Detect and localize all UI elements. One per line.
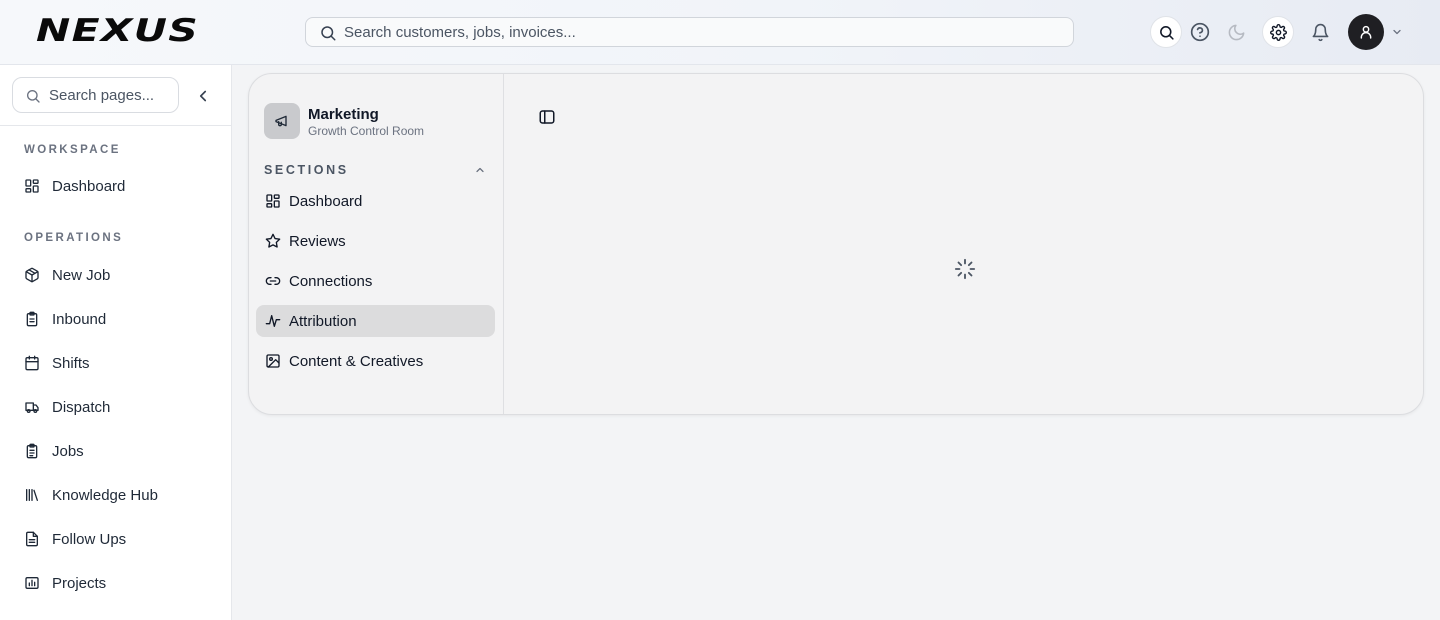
nexus-logo[interactable]: NEXUS: [36, 13, 226, 49]
sidebar-item-dashboard[interactable]: Dashboard: [24, 172, 214, 200]
module-card: Marketing Growth Control Room SECTIONS D…: [248, 73, 1424, 415]
sections-label: SECTIONS: [264, 163, 349, 177]
section-item-reviews[interactable]: Reviews: [256, 225, 495, 257]
sidebar-item-follow-ups[interactable]: Follow Ups: [24, 525, 214, 553]
chevron-left-icon[interactable]: [194, 87, 212, 105]
dashboard-icon: [25, 179, 39, 193]
section-item-label: Dashboard: [289, 192, 363, 210]
sidebar-item-dispatch[interactable]: Dispatch: [24, 393, 214, 421]
logo-text: NEXUS: [36, 13, 200, 49]
file-text-icon: [26, 531, 38, 547]
page-search-input[interactable]: [49, 78, 174, 112]
chevron-down-icon[interactable]: [1391, 26, 1403, 38]
clipboard-list-icon: [26, 443, 38, 459]
module-title: Marketing: [308, 106, 379, 123]
sidebar-item-inbound[interactable]: Inbound: [24, 305, 214, 333]
star-icon: [265, 233, 281, 248]
activity-icon: [265, 315, 281, 327]
image-icon: [266, 354, 280, 368]
sidebar-item-label: Knowledge Hub: [52, 486, 158, 504]
section-item-dashboard[interactable]: Dashboard: [256, 185, 495, 217]
loading-spinner-icon: [954, 258, 976, 280]
group-label-workspace: WORKSPACE: [24, 144, 121, 156]
section-item-attribution[interactable]: Attribution: [256, 305, 495, 337]
sidebar-item-label: Inbound: [52, 310, 107, 328]
bell-icon: [1312, 23, 1328, 41]
section-item-content-creatives[interactable]: Content & Creatives: [256, 345, 495, 377]
settings-button[interactable]: [1262, 16, 1294, 48]
user-icon: [1360, 25, 1372, 39]
search-button[interactable]: [1150, 16, 1182, 48]
help-button[interactable]: [1184, 16, 1216, 48]
calendar-icon: [25, 355, 39, 371]
sidebar-item-label: Follow Ups: [52, 530, 127, 548]
section-item-connections[interactable]: Connections: [256, 265, 495, 297]
sidebar-item-label: New Job: [52, 266, 111, 284]
sidebar-item-label: Jobs: [52, 442, 84, 460]
sidebar-item-label: Dispatch: [52, 398, 111, 416]
module-sidebar: Marketing Growth Control Room SECTIONS D…: [249, 74, 504, 414]
sidebar-item-label: Shifts: [52, 354, 90, 372]
page-search[interactable]: [12, 77, 179, 113]
library-icon: [26, 489, 38, 501]
module-subtitle: Growth Control Room: [308, 124, 425, 138]
chevron-up-icon[interactable]: [474, 164, 486, 176]
section-item-label: Connections: [289, 272, 373, 290]
module-icon: [264, 103, 300, 139]
search-icon: [27, 90, 40, 103]
moon-icon: [1228, 24, 1244, 40]
section-item-label: Attribution: [289, 312, 357, 330]
truck-icon: [25, 402, 39, 413]
chart-icon: [25, 577, 39, 589]
sidebar-item-label: Projects: [52, 574, 107, 592]
package-icon: [25, 267, 39, 283]
theme-toggle-button[interactable]: [1220, 16, 1252, 48]
link-icon: [265, 277, 281, 285]
notifications-button[interactable]: [1304, 16, 1336, 48]
sidebar-toggle-icon[interactable]: [538, 108, 556, 126]
search-icon: [321, 26, 336, 41]
top-header: NEXUS: [0, 0, 1440, 65]
search-icon: [1159, 25, 1174, 40]
sidebar: WORKSPACE Dashboard OPERATIONS New Job I…: [0, 65, 232, 620]
sidebar-item-knowledge-hub[interactable]: Knowledge Hub: [24, 481, 214, 509]
user-avatar[interactable]: [1348, 14, 1384, 50]
gear-icon: [1269, 23, 1287, 41]
sidebar-divider: [0, 125, 231, 126]
group-label-operations: OPERATIONS: [24, 232, 124, 244]
global-search[interactable]: [305, 17, 1074, 47]
sidebar-item-jobs[interactable]: Jobs: [24, 437, 214, 465]
sidebar-item-shifts[interactable]: Shifts: [24, 349, 214, 377]
megaphone-icon: [275, 115, 287, 127]
sidebar-item-label: Dashboard: [52, 177, 126, 195]
section-item-label: Content & Creatives: [289, 352, 424, 370]
help-circle-icon: [1190, 22, 1210, 42]
dashboard-icon: [266, 194, 280, 208]
sidebar-item-new-job[interactable]: New Job: [24, 261, 214, 289]
sidebar-item-projects[interactable]: Projects: [24, 569, 214, 597]
global-search-input[interactable]: [344, 18, 1044, 46]
section-item-label: Reviews: [289, 232, 346, 250]
clipboard-icon: [26, 311, 38, 327]
